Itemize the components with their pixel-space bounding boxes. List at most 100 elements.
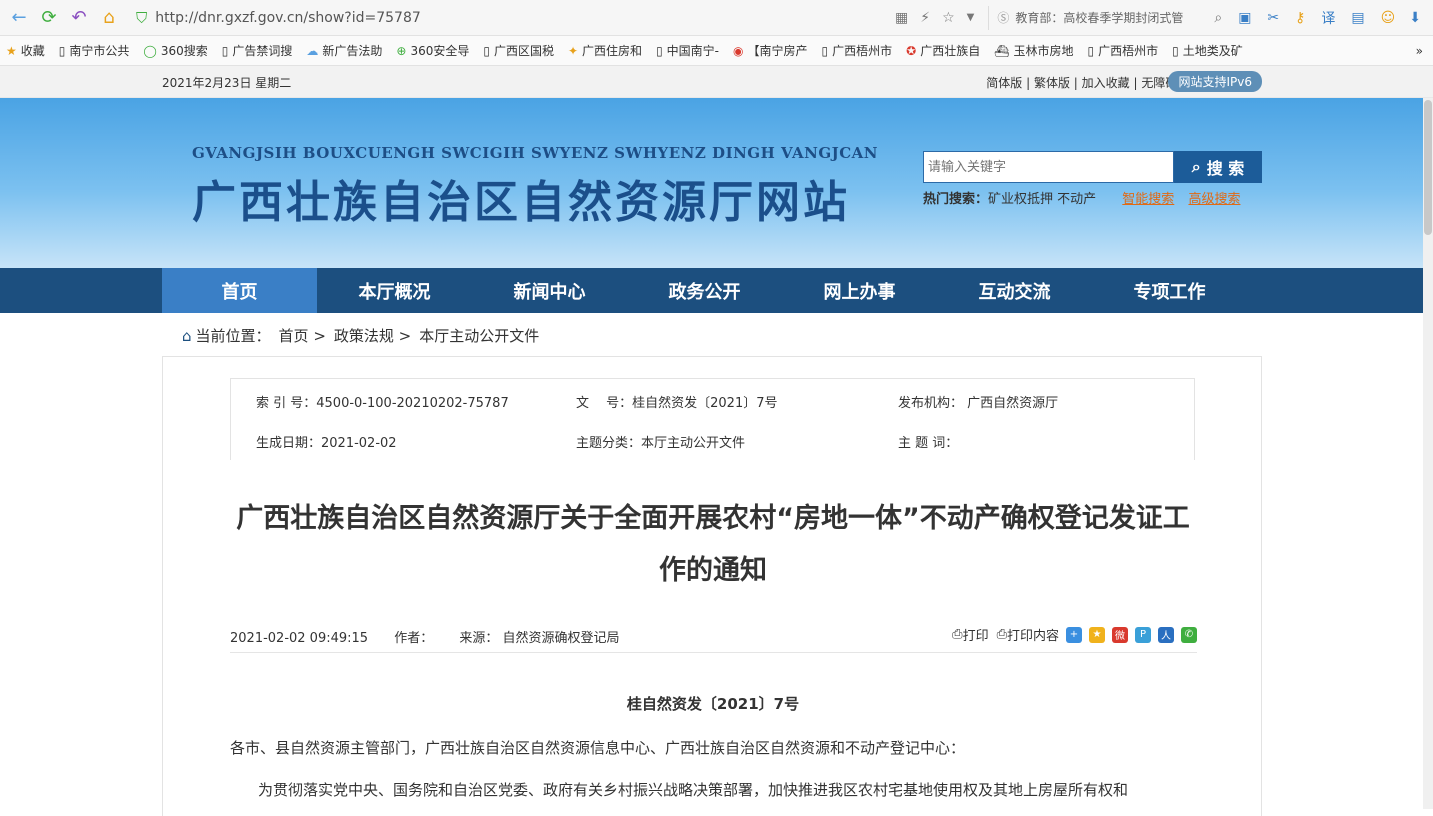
bookmark-item[interactable]: ◯ 360搜索 xyxy=(143,42,207,59)
dropdown-icon[interactable]: ▼ xyxy=(967,12,975,23)
article-author: 作者： xyxy=(394,631,434,646)
article-datetime: 2021-02-02 09:49:15 xyxy=(230,631,369,646)
page-icon: ▯ xyxy=(221,43,229,58)
key-icon[interactable]: ⚷ xyxy=(1295,10,1305,26)
share-renren-icon[interactable]: 人 xyxy=(1158,626,1174,643)
nav-news[interactable]: 新闻中心 xyxy=(472,268,627,313)
bookmark-item[interactable]: ▯ 广西梧州市 xyxy=(822,42,893,59)
document-number: 桂自然资发〔2021〕7号 xyxy=(626,695,800,713)
translate-icon[interactable]: 译 xyxy=(1321,8,1335,28)
scissors-icon[interactable]: ✂ xyxy=(1267,10,1279,26)
share-wechat-icon[interactable]: ✆ xyxy=(1181,626,1197,643)
breadcrumb-current[interactable]: 本厅主动公开文件 xyxy=(419,325,539,346)
bookmark-item[interactable]: ▯ 广西梧州市 xyxy=(1087,42,1158,59)
share-qzone-icon[interactable]: ★ xyxy=(1089,626,1105,643)
hot-search-label: 热门搜索： xyxy=(923,192,989,207)
360-search-icon: ◯ xyxy=(143,43,157,58)
home-icon[interactable]: ⌂ xyxy=(96,5,122,31)
top-info-strip: 2021年2月23日 星期二 简体版 | 繁体版 | 加入收藏 | 无障碍阅读 … xyxy=(0,66,1433,98)
smart-search-link[interactable]: 智能搜索 xyxy=(1122,192,1174,207)
search-icon[interactable]: ⌕ xyxy=(1214,10,1222,26)
breadcrumb-label: 当前位置： xyxy=(195,327,271,345)
breadcrumb-home[interactable]: 首页 > xyxy=(279,325,326,346)
article-paragraph: 为贯彻落实党中央、国务院和自治区党委、政府有关乡村振兴战略决策部署，加快推进我区… xyxy=(258,781,1129,799)
meta-index-no: 索 引 号：4500-0-100-20210202-75787 xyxy=(256,396,509,411)
window-icon[interactable]: ▤ xyxy=(1351,10,1364,26)
breadcrumb: ⌂ 当前位置： 首页 > 政策法规 > 本厅主动公开文件 xyxy=(182,325,547,346)
print-link[interactable]: 打印 xyxy=(963,625,989,644)
site-search-button[interactable]: ⌕ 搜 索 xyxy=(1174,151,1262,183)
nav-special-work[interactable]: 专项工作 xyxy=(1092,268,1247,313)
advanced-search-link[interactable]: 高级搜索 xyxy=(1188,192,1240,207)
bookmark-item[interactable]: ✪ 广西壮族自 xyxy=(906,42,980,59)
bookmark-item[interactable]: ◉ 【南宁房产 xyxy=(733,42,808,59)
browser-toolbar: ← ⟳ ↶ ⌂ ⛉ http://dnr.gxzf.gov.cn/show?id… xyxy=(0,0,1433,36)
page-icon: ▯ xyxy=(656,43,663,58)
article-actions: ⎙ 打印 ⎙ 打印内容 + ★ 微 P 人 ✆ xyxy=(952,625,1197,644)
bookmark-item[interactable]: ☁ 新广告法助 xyxy=(306,42,382,59)
scrollbar-thumb[interactable] xyxy=(1424,100,1432,235)
grid-icon[interactable]: ▦ xyxy=(895,10,908,26)
share-weibo-icon[interactable]: 微 xyxy=(1112,626,1128,643)
site-search: ⌕ 搜 索 xyxy=(923,151,1262,183)
page-icon: ▯ xyxy=(821,43,829,58)
bookmark-item[interactable]: ▯ 广告禁词搜 xyxy=(222,42,293,59)
bookmark-favorites[interactable]: ★ 收藏 xyxy=(6,42,45,59)
meta-keywords: 主 题 词： xyxy=(898,436,959,451)
page-icon: ▯ xyxy=(483,43,490,58)
star-burst-icon: ✦ xyxy=(567,43,579,58)
nav-online-services[interactable]: 网上办事 xyxy=(782,268,937,313)
site-banner: GVANGJSIH BOUXCUENGH SWCIGIH SWYENZ SWHY… xyxy=(0,98,1433,268)
search-engine-icon: Ⓢ xyxy=(997,11,1010,25)
star-icon[interactable]: ☆ xyxy=(942,10,955,26)
article-paragraph: 各市、县自然资源主管部门，广西壮族自治区自然资源信息中心、广西壮族自治区自然资源… xyxy=(230,739,966,757)
meta-doc-no: 文 号：桂自然资发〔2021〕7号 xyxy=(576,396,778,411)
page-scrollbar[interactable] xyxy=(1423,98,1433,809)
extension-icon[interactable]: ▣ xyxy=(1238,10,1251,26)
meta-publisher: 发布机构： 广西自然资源厅 xyxy=(898,396,1059,411)
undo-icon[interactable]: ↶ xyxy=(66,5,92,31)
refresh-icon[interactable]: ⟳ xyxy=(36,5,62,31)
search-icon: ⌕ xyxy=(1191,157,1201,176)
address-bar[interactable]: ⛉ http://dnr.gxzf.gov.cn/show?id=75787 xyxy=(136,4,421,32)
back-icon[interactable]: ← xyxy=(6,5,32,31)
hot-search-terms[interactable]: 矿业权抵押 不动产 xyxy=(988,192,1096,207)
article-title: 广西壮族自治区自然资源厅关于全面开展农村“房地一体”不动产确权登记发证工作的通知 xyxy=(236,503,1190,586)
site-title-zhuang: GVANGJSIH BOUXCUENGH SWCIGIH SWYENZ SWHY… xyxy=(192,144,879,162)
document-meta: 索 引 号：4500-0-100-20210202-75787 文 号：桂自然资… xyxy=(230,378,1195,460)
meta-created: 生成日期：2021-02-02 xyxy=(256,436,397,451)
nav-about[interactable]: 本厅概况 xyxy=(317,268,472,313)
print-content-link[interactable]: 打印内容 xyxy=(1007,625,1059,644)
nav-interaction[interactable]: 互动交流 xyxy=(937,268,1092,313)
ship-icon: ⛴ xyxy=(994,43,1010,58)
share-tencent-icon[interactable]: P xyxy=(1135,626,1151,643)
print-icon: ⎙ xyxy=(996,627,1007,642)
bookmark-item[interactable]: ▯ 中国南宁- xyxy=(656,42,719,59)
article-info: 2021-02-02 09:49:15 作者： 来源： 自然资源确权登记局 ⎙ … xyxy=(230,625,1197,653)
bookmark-item[interactable]: ▯ 南宁市公共 xyxy=(59,42,130,59)
hot-search: 热门搜索：矿业权抵押 不动产 智能搜索 高级搜索 xyxy=(923,188,1240,207)
bookmark-item[interactable]: ✦ 广西住房和 xyxy=(568,42,642,59)
share-plus-icon[interactable]: + xyxy=(1066,626,1082,643)
star-icon: ★ xyxy=(6,43,17,58)
bookmark-item[interactable]: ⛴ 玉林市房地 xyxy=(994,42,1073,59)
browser-search-text: 教育部：高校春季学期封闭式管 xyxy=(1015,11,1184,25)
site-search-input[interactable] xyxy=(923,151,1174,183)
article-source: 来源： 自然资源确权登记局 xyxy=(459,631,620,646)
main-nav: 首页 本厅概况 新闻中心 政务公开 网上办事 互动交流 专项工作 xyxy=(0,268,1433,313)
breadcrumb-policy[interactable]: 政策法规 > xyxy=(334,325,411,346)
flash-icon[interactable]: ⚡ xyxy=(920,10,930,26)
site-title: 广西壮族自治区自然资源厅网站 xyxy=(192,177,850,228)
nav-gov-affairs[interactable]: 政务公开 xyxy=(627,268,782,313)
nav-home[interactable]: 首页 xyxy=(162,268,317,313)
bookmark-item[interactable]: ▯ 土地类及矿 xyxy=(1172,42,1243,59)
home-icon: ⌂ xyxy=(182,326,192,345)
bookmark-item[interactable]: ⊕ 360安全导 xyxy=(396,42,469,59)
address-url[interactable]: http://dnr.gxzf.gov.cn/show?id=75787 xyxy=(155,10,421,26)
smiley-icon[interactable]: ☺ xyxy=(1381,10,1396,26)
download-icon[interactable]: ⬇ xyxy=(1409,10,1421,26)
browser-search-box[interactable]: Ⓢ 教育部：高校春季学期封闭式管 xyxy=(988,5,1198,30)
bookmarks-overflow-icon[interactable]: » xyxy=(1416,44,1423,58)
weibo-icon: ◉ xyxy=(733,43,744,58)
bookmark-item[interactable]: ▯ 广西区国税 xyxy=(483,42,554,59)
